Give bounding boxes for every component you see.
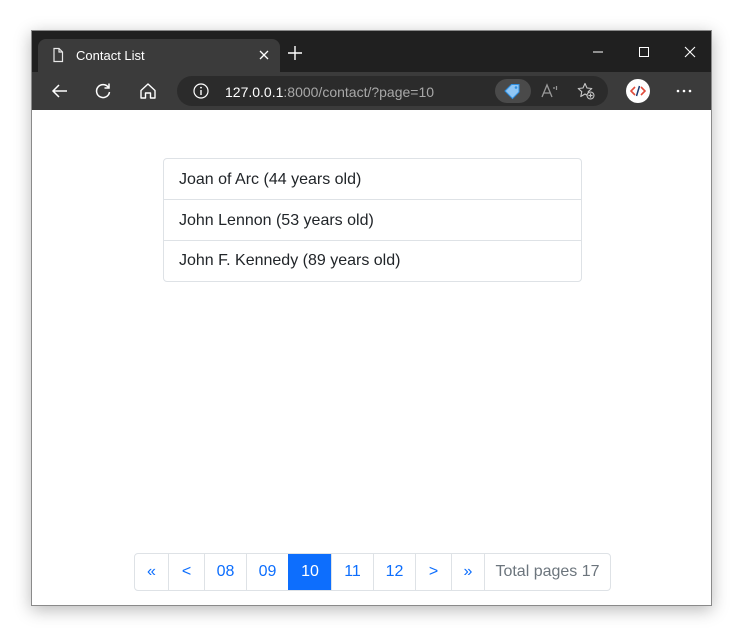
browser-toolbar: 127.0.0.1:8000/contact/?page=10: [32, 72, 711, 110]
page-link-11[interactable]: 11: [331, 554, 373, 590]
read-aloud-icon[interactable]: [541, 83, 559, 99]
page-link-09[interactable]: 09: [246, 554, 288, 590]
tab-contact-list[interactable]: Contact List: [38, 39, 280, 72]
last-page-link[interactable]: »: [451, 554, 484, 590]
code-extension-icon[interactable]: [626, 79, 650, 103]
total-pages-label: Total pages 17: [484, 554, 610, 590]
contact-list: Joan of Arc (44 years old) John Lennon (…: [163, 158, 582, 282]
maximize-icon[interactable]: [621, 31, 667, 72]
page-link-08[interactable]: 08: [204, 554, 246, 590]
first-page-link[interactable]: «: [135, 554, 168, 590]
page-link-current[interactable]: 10: [288, 554, 331, 590]
previous-page-link[interactable]: <: [168, 554, 204, 590]
more-icon[interactable]: [672, 80, 696, 102]
add-favorite-icon[interactable]: [577, 82, 595, 100]
home-icon[interactable]: [138, 81, 158, 101]
info-icon[interactable]: [193, 83, 209, 99]
refresh-icon[interactable]: [93, 81, 113, 101]
plus-icon[interactable]: [286, 44, 304, 62]
browser-window: Contact List 127.0.0.1:8000/contact/?pag…: [31, 30, 712, 606]
address-bar[interactable]: 127.0.0.1:8000/contact/?page=10: [177, 76, 608, 106]
page-link-12[interactable]: 12: [373, 554, 415, 590]
url-path: :8000/contact/?page=10: [283, 84, 435, 100]
close-icon[interactable]: [667, 31, 711, 72]
page-icon: [50, 47, 66, 63]
list-item: Joan of Arc (44 years old): [164, 159, 581, 200]
list-item: John F. Kennedy (89 years old): [179, 252, 401, 269]
pagination: « < 08 09 10 11 12 > » Total pages 17: [134, 553, 611, 591]
list-item: John Lennon (53 years old): [164, 200, 581, 241]
url-text[interactable]: 127.0.0.1:8000/contact/?page=10: [225, 84, 434, 100]
page-content: Joan of Arc (44 years old) John Lennon (…: [32, 110, 711, 605]
tab-title: Contact List: [76, 48, 145, 63]
minimize-icon[interactable]: [575, 31, 621, 72]
tab-strip: Contact List: [32, 31, 711, 72]
back-arrow-icon[interactable]: [50, 81, 70, 101]
close-icon[interactable]: [256, 47, 272, 63]
tag-icon[interactable]: [495, 79, 531, 103]
next-page-link[interactable]: >: [415, 554, 451, 590]
url-host: 127.0.0.1: [225, 84, 284, 100]
